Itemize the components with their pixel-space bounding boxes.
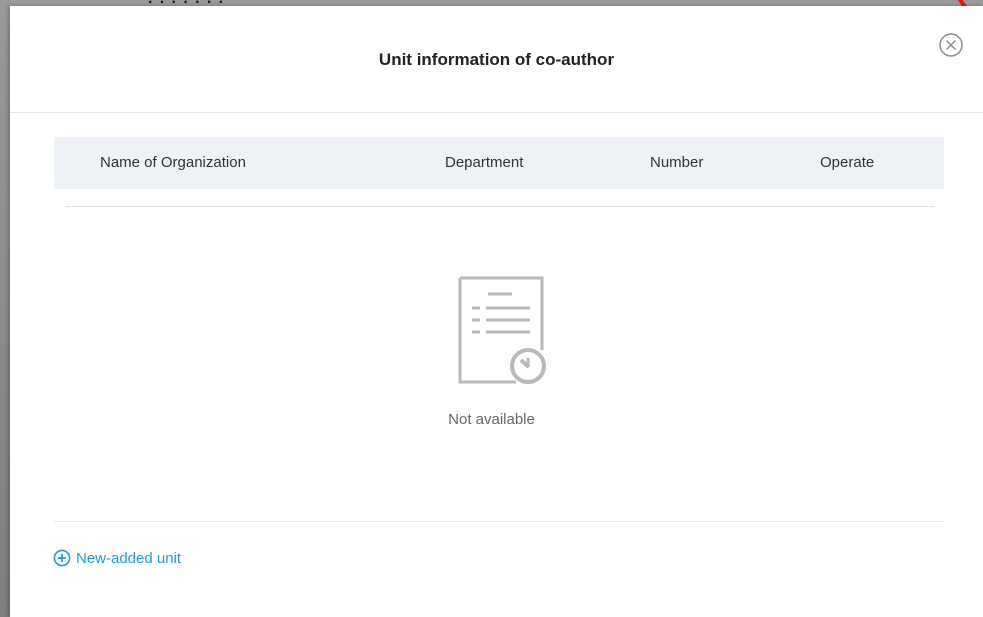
- column-header-organization: Name of Organization: [100, 154, 246, 171]
- dialog-header: Unit information of co-author: [10, 6, 983, 113]
- footer-divider: [54, 521, 944, 522]
- empty-state-text: Not available: [448, 411, 535, 428]
- table-divider: [66, 206, 934, 207]
- plus-circle-icon: [53, 549, 71, 567]
- column-header-number: Number: [650, 154, 704, 171]
- dialog-title: Unit information of co-author: [378, 50, 615, 69]
- coauthor-unit-dialog: Unit information of co-author Name of Or…: [10, 6, 983, 617]
- new-added-unit-label: New-added unit: [76, 549, 182, 567]
- table-header: Name of Organization Department Number O…: [54, 137, 944, 189]
- close-button[interactable]: [938, 32, 964, 58]
- close-circle-icon: [939, 33, 963, 57]
- column-header-operate: Operate: [820, 154, 875, 171]
- empty-document-icon: [458, 276, 546, 384]
- column-header-department: Department: [445, 154, 524, 171]
- new-added-unit-button[interactable]: New-added unit: [53, 547, 181, 569]
